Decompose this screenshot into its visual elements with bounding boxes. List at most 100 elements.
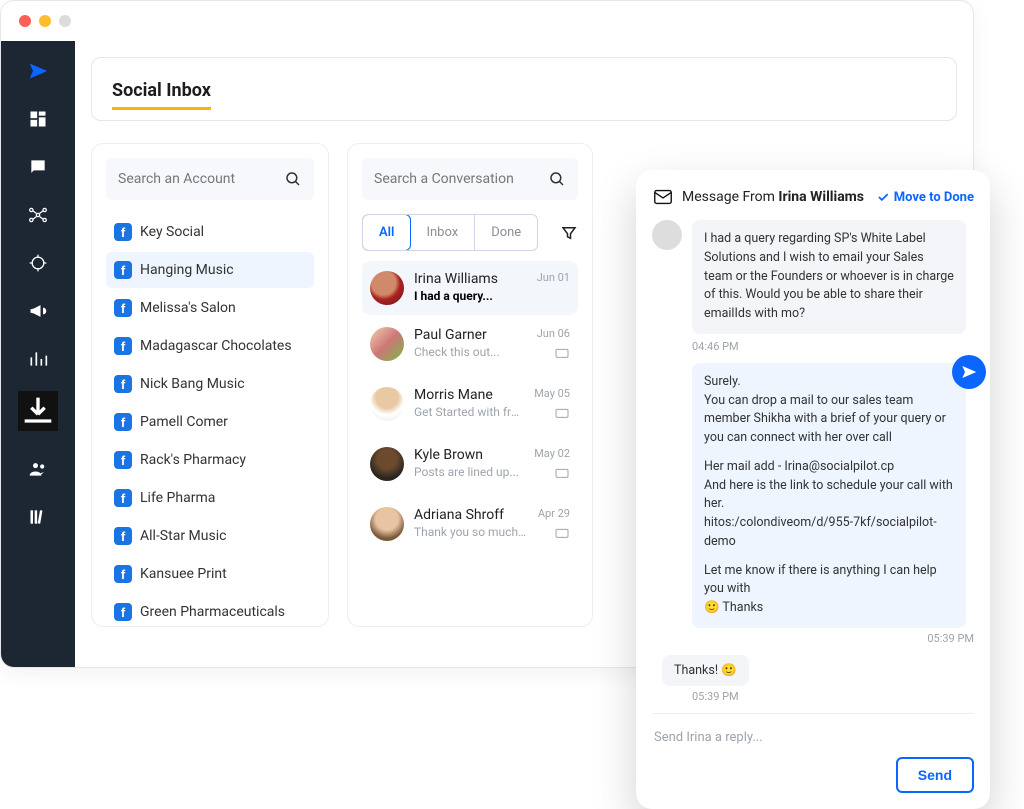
reply-bubble: Surely. You can drop a mail to our sales… bbox=[692, 363, 966, 628]
conversation-search[interactable]: Search a Conversation bbox=[362, 158, 578, 200]
download-tray-icon[interactable] bbox=[18, 391, 58, 431]
paper-plane-icon[interactable] bbox=[28, 61, 48, 81]
conversation-date: Jun 06 bbox=[537, 327, 570, 340]
account-label: All-Star Music bbox=[140, 528, 226, 544]
conversation-name: Irina Williams bbox=[414, 271, 527, 287]
mail-icon bbox=[652, 186, 674, 208]
message-bubble: Thanks! 🙂 bbox=[662, 655, 749, 686]
account-item[interactable]: f Green Pharmaceuticals bbox=[106, 594, 314, 630]
avatar bbox=[370, 327, 404, 361]
message-timestamp: 04:46 PM bbox=[692, 340, 974, 353]
conversation-item[interactable]: Irina Williams I had a query... Jun 01 bbox=[362, 261, 578, 315]
account-label: Pamell Comer bbox=[140, 414, 228, 430]
account-search[interactable]: Search an Account bbox=[106, 158, 314, 200]
account-label: Madagascar Chocolates bbox=[140, 338, 292, 354]
window-minimize-dot[interactable] bbox=[39, 15, 51, 27]
conversation-item[interactable]: Morris Mane Get Started with free... May… bbox=[362, 377, 578, 435]
account-item[interactable]: fMelissa's Salon bbox=[106, 290, 314, 326]
account-item[interactable]: f Nick Bang Music bbox=[106, 366, 314, 402]
window-close-dot[interactable] bbox=[19, 15, 31, 27]
account-list: fKey Social fHanging Music fMelissa's Sa… bbox=[106, 214, 314, 630]
account-item[interactable]: f Kansuee Print bbox=[106, 556, 314, 592]
tab-all[interactable]: All bbox=[362, 214, 411, 251]
account-item[interactable]: f Madagascar Chocolates bbox=[106, 328, 314, 364]
chat-bubble-icon bbox=[554, 346, 570, 362]
account-label: Rack's Pharmacy bbox=[140, 452, 246, 468]
facebook-icon: f bbox=[114, 527, 132, 545]
facebook-icon: f bbox=[114, 261, 132, 279]
search-icon bbox=[548, 170, 566, 188]
move-to-done-button[interactable]: Move to Done bbox=[876, 190, 974, 205]
target-icon[interactable] bbox=[28, 253, 48, 273]
account-search-placeholder: Search an Account bbox=[118, 171, 284, 187]
incoming-message: Thanks! 🙂 bbox=[652, 655, 974, 686]
facebook-icon: f bbox=[114, 603, 132, 621]
avatar bbox=[370, 387, 404, 421]
avatar bbox=[370, 271, 404, 305]
window-disabled-dot bbox=[59, 15, 71, 27]
library-icon[interactable] bbox=[28, 507, 48, 527]
reply-input[interactable]: Send Irina a reply... bbox=[652, 728, 974, 747]
account-item[interactable]: f Rack's Pharmacy bbox=[106, 442, 314, 478]
incoming-message: I had a query regarding SP's White Label… bbox=[652, 220, 974, 334]
chat-icon[interactable] bbox=[28, 157, 48, 177]
dashboard-icon[interactable] bbox=[28, 109, 48, 129]
conversation-preview: Check this out... bbox=[414, 345, 527, 359]
facebook-icon: f bbox=[114, 413, 132, 431]
chat-bubble-icon bbox=[554, 466, 570, 482]
megaphone-icon[interactable] bbox=[28, 301, 48, 321]
conversation-tab-row: All Inbox Done bbox=[362, 214, 578, 251]
account-label: Key Social bbox=[140, 224, 204, 240]
avatar bbox=[652, 220, 682, 250]
facebook-icon: f bbox=[114, 375, 132, 393]
check-icon bbox=[876, 190, 890, 204]
conversation-item[interactable]: Adriana Shroff Thank you so much ... Apr… bbox=[362, 497, 578, 555]
filter-icon[interactable] bbox=[560, 224, 578, 242]
conversation-preview: Thank you so much ... bbox=[414, 525, 528, 539]
account-label: Melissa's Salon bbox=[140, 300, 236, 316]
conversations-panel: Search a Conversation All Inbox Done bbox=[347, 143, 593, 627]
account-label: Hanging Music bbox=[140, 262, 234, 278]
avatar bbox=[370, 507, 404, 541]
tab-done[interactable]: Done bbox=[475, 215, 537, 250]
conversation-date: May 02 bbox=[534, 447, 570, 460]
avatar bbox=[370, 447, 404, 481]
facebook-icon: f bbox=[114, 565, 132, 583]
account-item[interactable]: f Hanging Music bbox=[106, 252, 314, 288]
facebook-icon: f bbox=[114, 223, 132, 241]
conversation-date: Apr 29 bbox=[538, 507, 570, 520]
account-item[interactable]: f All-Star Music bbox=[106, 518, 314, 554]
conversation-preview: Get Started with free... bbox=[414, 405, 524, 419]
outgoing-message: Surely. You can drop a mail to our sales… bbox=[692, 363, 974, 628]
account-item[interactable]: f Key Social bbox=[106, 214, 314, 250]
conversation-preview: Posts are lined up... bbox=[414, 465, 524, 479]
network-icon[interactable] bbox=[28, 205, 48, 225]
send-button[interactable]: Send bbox=[896, 757, 974, 793]
conversation-search-placeholder: Search a Conversation bbox=[374, 171, 548, 187]
account-label: Green Pharmaceuticals bbox=[140, 604, 285, 620]
analytics-icon[interactable] bbox=[28, 349, 48, 369]
account-label: Kansuee Print bbox=[140, 566, 227, 582]
conversation-item[interactable]: Paul Garner Check this out... Jun 06 bbox=[362, 317, 578, 375]
message-from-label: Message From Irina Williams bbox=[682, 189, 864, 205]
chat-bubble-icon bbox=[554, 526, 570, 542]
conversation-date: May 05 bbox=[534, 387, 570, 400]
account-item[interactable]: f Pamell Comer bbox=[106, 404, 314, 440]
conversation-name: Morris Mane bbox=[414, 387, 524, 403]
team-icon[interactable] bbox=[28, 459, 48, 479]
message-timestamp: 05:39 PM bbox=[692, 690, 974, 703]
account-label: Life Pharma bbox=[140, 490, 215, 506]
conversation-name: Adriana Shroff bbox=[414, 507, 528, 523]
conversation-item[interactable]: Kyle Brown Posts are lined up... May 02 bbox=[362, 437, 578, 495]
page-title: Social Inbox bbox=[112, 80, 211, 110]
facebook-icon: f bbox=[114, 451, 132, 469]
facebook-icon: f bbox=[114, 337, 132, 355]
message-detail-header: Message From Irina Williams Move to Done bbox=[652, 186, 974, 208]
account-label: Nick Bang Music bbox=[140, 376, 245, 392]
chat-bubble-icon bbox=[554, 406, 570, 422]
message-detail-card: Message From Irina Williams Move to Done… bbox=[636, 170, 990, 809]
account-item[interactable]: fLife Pharma bbox=[106, 480, 314, 516]
reply-box: Send Irina a reply... Send bbox=[652, 713, 974, 793]
tab-inbox[interactable]: Inbox bbox=[410, 215, 475, 250]
message-bubble: I had a query regarding SP's White Label… bbox=[692, 220, 966, 334]
